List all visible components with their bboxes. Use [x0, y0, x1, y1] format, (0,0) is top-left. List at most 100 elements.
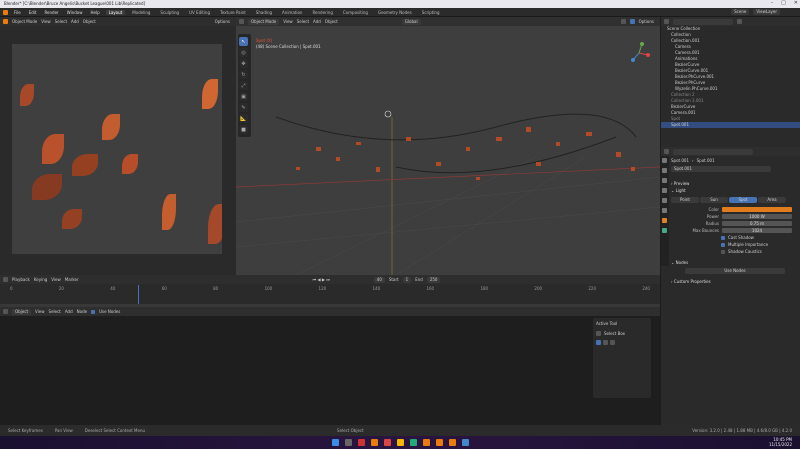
rendered-camera-view[interactable] — [12, 44, 222, 254]
radius-field[interactable]: 0.75 m — [722, 221, 792, 226]
mode-set-icon[interactable] — [596, 340, 601, 345]
tab-geometry-nodes[interactable]: Geometry Nodes — [375, 10, 415, 15]
navigation-gizmo[interactable] — [628, 42, 650, 64]
tab-rendering[interactable]: Rendering — [309, 10, 335, 15]
editor-type-icon[interactable] — [3, 19, 8, 24]
light-type-point[interactable]: Point — [671, 197, 699, 203]
outliner-search[interactable] — [673, 18, 733, 25]
left-menu-add[interactable]: Add — [71, 19, 79, 24]
left-options-button[interactable]: Options — [215, 19, 230, 24]
blender-icon[interactable] — [435, 439, 443, 446]
world-tab-icon[interactable] — [662, 208, 667, 213]
current-frame-field[interactable]: 40 — [373, 276, 385, 283]
color-swatch[interactable] — [722, 207, 792, 212]
menu-view[interactable]: View — [35, 309, 45, 314]
end-frame-field[interactable]: 250 — [426, 276, 441, 283]
menu-marker[interactable]: Marker — [65, 277, 79, 282]
playhead[interactable] — [138, 285, 139, 305]
tab-texture-paint[interactable]: Texture Paint — [217, 10, 249, 15]
properties-search[interactable] — [673, 148, 753, 155]
menu-help[interactable]: Help — [88, 10, 101, 15]
menu-file[interactable]: File — [12, 10, 23, 15]
menu-keying[interactable]: Keying — [34, 277, 47, 282]
light-type-sun[interactable]: Sun — [700, 197, 728, 203]
menu-window[interactable]: Window — [65, 10, 85, 15]
left-menu-object[interactable]: Object — [83, 19, 96, 24]
close-icon[interactable]: ✕ — [794, 0, 798, 8]
blender-icon[interactable] — [448, 439, 456, 446]
3d-viewport[interactable]: Object Mode View Select Add Object Globa… — [236, 17, 660, 275]
editor-type-icon[interactable] — [3, 309, 8, 314]
frame-ruler[interactable]: 0 20 40 60 80 100 120 140 160 180 200 22… — [10, 286, 650, 291]
multiple-importance-checkbox[interactable] — [721, 242, 725, 247]
search-icon[interactable] — [344, 439, 352, 446]
blender-icon[interactable] — [422, 439, 430, 446]
editor-type-icon[interactable] — [664, 149, 669, 154]
filter-icon[interactable] — [737, 19, 742, 24]
editor-type-icon[interactable] — [3, 277, 8, 282]
menu-render[interactable]: Render — [42, 10, 60, 15]
mode-subtract-icon[interactable] — [610, 340, 615, 345]
menu-add[interactable]: Add — [65, 309, 73, 314]
folder-icon[interactable] — [396, 439, 404, 446]
select-box-icon[interactable] — [596, 331, 601, 336]
start-frame-field[interactable]: 1 — [402, 276, 412, 283]
object-tab-icon[interactable] — [662, 218, 667, 223]
section-light[interactable]: ⌄ Light — [671, 187, 799, 194]
tab-shading[interactable]: Shading — [253, 10, 275, 15]
mode-extend-icon[interactable] — [603, 340, 608, 345]
scene-selector[interactable]: Scene — [731, 9, 750, 15]
tab-compositing[interactable]: Compositing — [340, 10, 371, 15]
menu-playback[interactable]: Playback — [12, 277, 30, 282]
shader-editor[interactable]: Object View Select Add Node Use Nodes Ac… — [0, 307, 660, 425]
section-preview[interactable]: › Preview — [671, 180, 799, 187]
use-nodes-button[interactable]: Use Nodes — [685, 268, 785, 274]
light-data-tab-icon[interactable] — [662, 228, 667, 233]
outliner-row-selected[interactable]: Spot.001 — [661, 122, 800, 128]
light-type-area[interactable]: Area — [758, 197, 786, 203]
blender-logo-icon[interactable] — [3, 9, 8, 15]
max-bounces-field[interactable]: 1024 — [722, 228, 792, 233]
section-custom-properties[interactable]: › Custom Properties — [671, 278, 799, 285]
power-field[interactable]: 1000 W — [722, 214, 792, 219]
maximize-icon[interactable]: □ — [781, 0, 786, 8]
cast-shadow-row[interactable]: Cast Shadow — [671, 234, 799, 241]
scene-tab-icon[interactable] — [662, 198, 667, 203]
left-mode-select[interactable]: Object Mode — [12, 19, 37, 24]
menu-select[interactable]: Select — [49, 309, 61, 314]
minimize-icon[interactable]: – — [771, 0, 774, 8]
left-menu-select[interactable]: Select — [55, 19, 67, 24]
render-tab-icon[interactable] — [662, 168, 667, 173]
menu-edit[interactable]: Edit — [27, 10, 39, 15]
cast-shadow-checkbox[interactable] — [721, 235, 725, 240]
tab-sculpting[interactable]: Sculpting — [157, 10, 182, 15]
light-data-field[interactable]: Spot.001 — [671, 166, 771, 172]
view-layer-selector[interactable]: ViewLayer — [753, 9, 780, 15]
shadow-caustics-checkbox[interactable] — [721, 249, 725, 254]
use-nodes-checkbox[interactable] — [91, 309, 96, 314]
tab-modeling[interactable]: Modeling — [129, 10, 153, 15]
windows-start-icon[interactable] — [331, 439, 339, 446]
app-icon[interactable] — [357, 439, 365, 446]
app-icon[interactable] — [461, 439, 469, 446]
multiple-importance-row[interactable]: Multiple Importance — [671, 241, 799, 248]
shadow-caustics-row[interactable]: Shadow Caustics — [671, 248, 799, 255]
app-icon[interactable] — [383, 439, 391, 446]
light-type-spot[interactable]: Spot — [729, 197, 757, 203]
output-tab-icon[interactable] — [662, 178, 667, 183]
tab-scripting[interactable]: Scripting — [419, 10, 443, 15]
view-layer-tab-icon[interactable] — [662, 188, 667, 193]
clock[interactable]: 10:45 PM 11/15/2022 — [769, 437, 792, 447]
node-type-select[interactable]: Object — [12, 308, 32, 315]
editor-type-icon[interactable] — [664, 19, 669, 24]
tab-layout[interactable]: Layout — [105, 9, 126, 15]
section-nodes[interactable]: ⌄ Nodes — [671, 259, 799, 266]
play-controls[interactable]: ⏮ ◀ ▶ ⏭ — [313, 277, 330, 282]
left-menu-view[interactable]: View — [41, 19, 51, 24]
tab-animation[interactable]: Animation — [279, 10, 305, 15]
app-icon[interactable] — [409, 439, 417, 446]
menu-view[interactable]: View — [51, 277, 61, 282]
tool-tab-icon[interactable] — [662, 158, 667, 163]
menu-node[interactable]: Node — [77, 309, 87, 314]
blender-icon[interactable] — [370, 439, 378, 446]
